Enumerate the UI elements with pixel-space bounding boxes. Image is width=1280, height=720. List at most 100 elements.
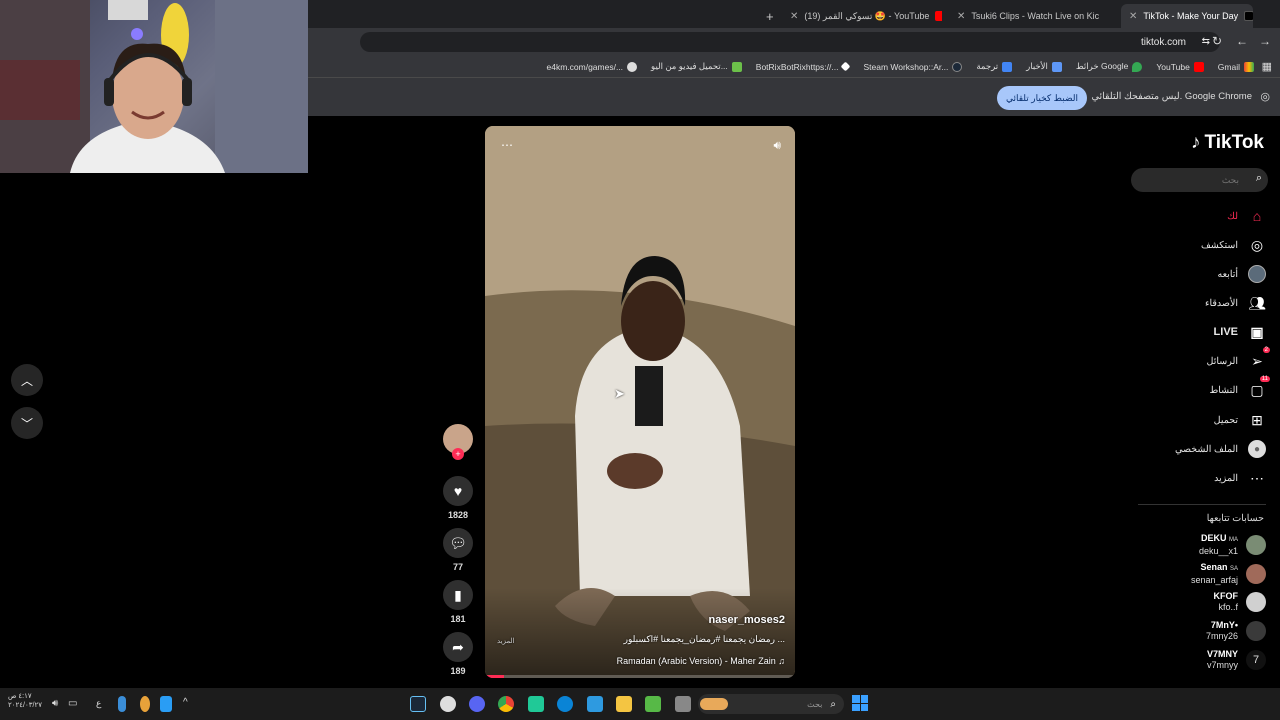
back-icon[interactable]: ←	[1236, 34, 1248, 48]
nav-for-you[interactable]: لك ⌂	[1227, 206, 1266, 226]
activity-icon: ▢ 11	[1250, 376, 1270, 398]
video-player[interactable]: ⋯ 🔊︎ naser_moses2 رمضان يجمعنا #رمضان_يج…	[485, 126, 795, 678]
nav-label: LIVE	[1213, 326, 1238, 338]
close-tab-icon[interactable]: ✕	[790, 11, 798, 22]
next-video-button[interactable]: ﹀	[11, 407, 43, 439]
language-indicator[interactable]: ع	[96, 698, 101, 709]
omnibox[interactable]: tiktok.com ⇆	[360, 32, 1220, 52]
bookmark-translate[interactable]: ترجمة	[976, 61, 1013, 72]
save-count: 181	[450, 614, 466, 624]
nav-activity[interactable]: النشاط ▢ 11	[1209, 376, 1270, 400]
tiktok-search-bar[interactable]: ⌕	[1131, 168, 1268, 192]
account-handle: 7mny26	[1205, 631, 1238, 641]
save-action[interactable]: ▮ 181	[443, 580, 473, 624]
bookmark-label: BotRixBotRixhttps://...	[755, 61, 839, 72]
account-handle: kfo..f	[1218, 602, 1238, 612]
volume-icon[interactable]: 🔊︎	[773, 138, 781, 153]
nav-label: الرسائل	[1206, 355, 1238, 367]
chrome-taskbar-icon[interactable]	[498, 696, 514, 712]
compass-icon: ◎	[1250, 236, 1264, 253]
bookmark-e4km[interactable]: e4km.com/games/...	[547, 61, 638, 72]
video-username[interactable]: naser_moses2	[709, 614, 785, 626]
xbox-taskbar-icon[interactable]	[645, 696, 661, 712]
search-input[interactable]	[1139, 172, 1239, 188]
reload-icon[interactable]: ↻	[1212, 34, 1222, 48]
share-action[interactable]: ➦ 189	[443, 632, 473, 676]
tab-label: Tsuki6 Clips - Watch Live on Kic	[971, 11, 1099, 21]
comment-icon[interactable]: 💬︎	[443, 528, 473, 558]
mic-tray-icon[interactable]	[118, 696, 126, 712]
close-tab-icon[interactable]: ✕	[1129, 11, 1137, 22]
creator-avatar[interactable]: +	[443, 424, 473, 460]
nav-following[interactable]: أتابعه	[1218, 264, 1266, 284]
nav-label: استكشف	[1200, 239, 1238, 251]
app-taskbar-icon[interactable]	[528, 696, 544, 712]
bookmark-steam[interactable]: Steam Workshop::Ar...	[863, 61, 963, 72]
nav-explore[interactable]: استكشف ◎	[1201, 235, 1266, 255]
nav-label: الملف الشخصي	[1175, 443, 1238, 455]
following-account-senan[interactable]: Senan SA senan_arfaj	[1191, 562, 1266, 586]
account-handle: deku__x1	[1198, 546, 1238, 556]
forward-icon[interactable]: →	[1259, 34, 1271, 48]
apps-grid-icon[interactable]: ▦	[1262, 60, 1272, 73]
app-taskbar-icon-3[interactable]	[675, 696, 691, 712]
following-account-kfof[interactable]: KFOF kfo..f	[1214, 591, 1266, 613]
file-explorer-taskbar-icon[interactable]	[616, 696, 632, 712]
tab-tiktok[interactable]: ✕ TikTok - Make Your Day	[1121, 4, 1253, 28]
comment-action[interactable]: 💬︎ 77	[443, 528, 473, 572]
site-settings-icon[interactable]: ⇆	[1202, 36, 1210, 47]
bookmark-video-download[interactable]: تحميل فيديو من اليو...	[651, 61, 742, 72]
nav-friends[interactable]: الأصدقاء 👥︎	[1205, 293, 1266, 313]
discord-taskbar-icon[interactable]	[469, 696, 485, 712]
nav-live[interactable]: LIVE ▣	[1214, 322, 1266, 342]
new-tab-button[interactable]: +	[758, 4, 778, 28]
bookmark-label: Gmail	[1217, 61, 1240, 72]
settings-taskbar-icon[interactable]	[440, 696, 456, 712]
show-hidden-icons-icon[interactable]: ^	[183, 697, 188, 708]
following-accounts-header: حسابات تتابعها	[1206, 513, 1264, 524]
tiktok-logo[interactable]: ♪ TikTok	[1191, 132, 1264, 154]
nav-profile[interactable]: الملف الشخصي ●	[1175, 439, 1266, 459]
previous-video-button[interactable]: ︿	[11, 364, 43, 396]
video-progress-bar[interactable]	[485, 675, 795, 678]
windows-taskbar: ٤:١٧ ص ٢٠٢٤/٠٣/٢٧ 🔊︎ ▭ ع ^ بحث ⌕	[0, 688, 1280, 720]
home-icon: ⌂	[1252, 208, 1262, 224]
edge-taskbar-icon[interactable]	[557, 696, 573, 712]
system-clock[interactable]: ٤:١٧ ص ٢٠٢٤/٠٣/٢٧	[8, 692, 42, 710]
music-title[interactable]: Ramadan (Arabic Version) - Maher Zain	[617, 656, 776, 666]
share-icon[interactable]: ➦	[443, 632, 473, 662]
nav-more[interactable]: المزيد ⋯	[1214, 468, 1266, 488]
windows-start-icon[interactable]	[852, 695, 868, 711]
network-tray-icon[interactable]: ▭	[68, 698, 77, 709]
sync-tray-icon[interactable]	[160, 696, 172, 712]
steam-taskbar-icon[interactable]	[410, 696, 426, 712]
bookmark-icon[interactable]: ▮	[443, 580, 473, 610]
nav-upload[interactable]: تحميل ⊞	[1214, 410, 1266, 430]
heart-icon[interactable]: ♥	[443, 476, 473, 506]
follow-plus-icon[interactable]: +	[452, 448, 464, 460]
tray-app-icon[interactable]	[140, 696, 150, 712]
following-account-deku[interactable]: DEKU MA deku__x1	[1199, 533, 1266, 557]
bookmark-news[interactable]: الأخبار	[1026, 61, 1062, 72]
set-default-button[interactable]: الضبط كخيار تلقائي	[997, 86, 1087, 110]
bookmark-label: الأخبار	[1026, 61, 1048, 71]
more-icon: ⋯	[1250, 469, 1264, 486]
bookmark-botrix[interactable]: BotRixBotRixhttps://...	[755, 61, 851, 72]
tab-youtube[interactable]: ✕ (19) تسوكي القمر 🤩 - YouTube	[782, 4, 942, 28]
following-account-v7mny[interactable]: V7MNY v7mnyy 7	[1207, 649, 1266, 671]
volume-tray-icon[interactable]: 🔊︎	[52, 698, 58, 709]
live-icon: ▣	[1250, 323, 1264, 340]
bookmark-youtube[interactable]: YouTube	[1156, 61, 1204, 72]
more-options-icon[interactable]: ⋯	[501, 138, 513, 152]
tab-kick[interactable]: ✕ Tsuki6 Clips - Watch Live on Kic	[949, 4, 1099, 28]
nav-messages[interactable]: الرسائل ➢ 2	[1206, 347, 1270, 371]
messages-icon: ➢ 2	[1251, 347, 1270, 369]
following-account-7mny[interactable]: 7MnY• 7mny26	[1206, 620, 1266, 642]
search-icon[interactable]: ⌕	[1256, 172, 1262, 185]
bookmark-gmail[interactable]: Gmail	[1217, 61, 1254, 72]
close-tab-icon[interactable]: ✕	[957, 11, 965, 22]
app-taskbar-icon-2[interactable]	[587, 696, 603, 712]
like-action[interactable]: ♥ 1828	[443, 476, 473, 520]
video-more-link[interactable]: المزيد	[497, 637, 515, 645]
bookmark-maps[interactable]: خرائط Google	[1076, 61, 1143, 72]
